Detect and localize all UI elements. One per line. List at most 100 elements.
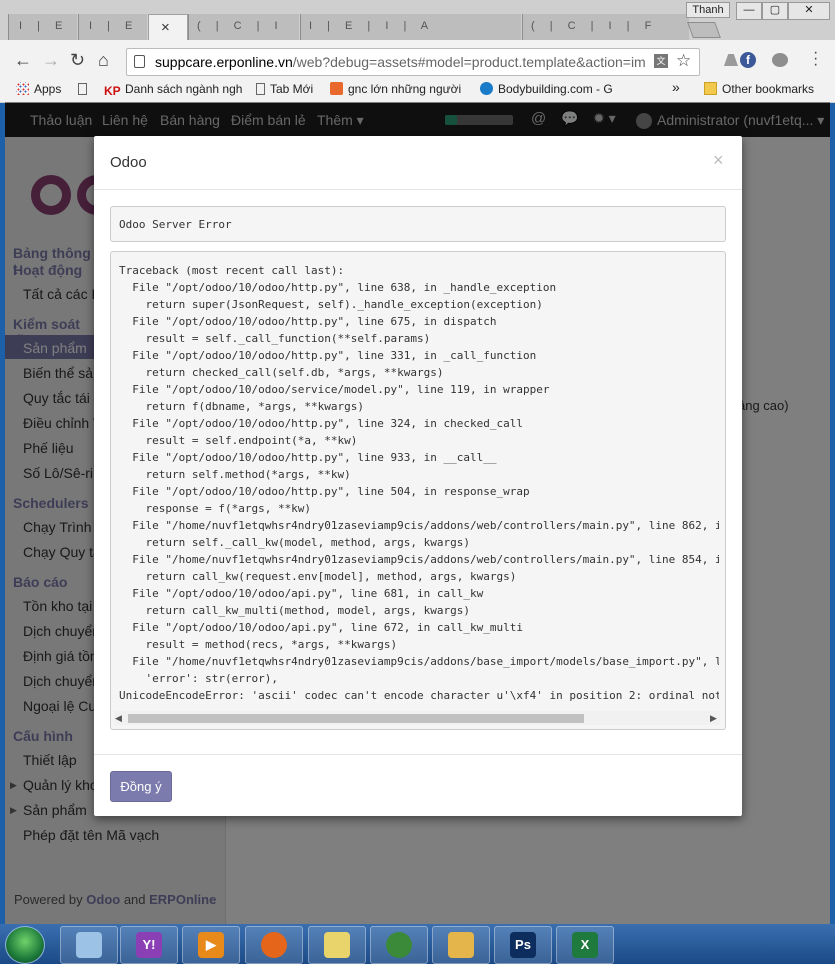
traceback-line: File "/opt/odoo/10/odoo/http.py", line 6… (119, 281, 557, 294)
extension-icon[interactable] (772, 53, 788, 67)
taskbar-button[interactable] (245, 926, 303, 964)
error-title-box: Odoo Server Error (110, 206, 726, 242)
chrome-menu-icon[interactable]: · · · (813, 45, 818, 73)
taskbar-button[interactable] (308, 926, 366, 964)
url-host: suppcare.erponline.vn (155, 54, 293, 70)
bookmark-tab-moi[interactable]: Tab Mới (256, 82, 313, 96)
start-button[interactable] (5, 926, 45, 964)
dialog-title: Odoo (110, 154, 147, 171)
taskbar-button[interactable]: X (556, 926, 614, 964)
gnc-icon (330, 82, 343, 95)
browser-title-bar: I | E | C | I I | E | I | A × ( | C | I … (0, 0, 835, 41)
tab-title: ( | C | I | I (197, 20, 293, 32)
tab-title: I | E | I | A (89, 20, 141, 32)
drive-extension-icon[interactable] (724, 54, 738, 66)
excel-icon: X (572, 932, 598, 958)
more-bookmarks-chevron-icon[interactable]: » (672, 79, 680, 95)
new-tab-button[interactable] (687, 22, 721, 38)
translate-icon[interactable]: 文 (654, 54, 668, 68)
scrollbar-thumb[interactable] (128, 714, 584, 723)
traceback-line: 'error': str(error), (119, 672, 278, 685)
traceback-line: File "/opt/odoo/10/odoo/api.py", line 68… (119, 587, 484, 600)
error-dialog: Odoo × Odoo Server Error Traceback (most… (94, 136, 742, 816)
traceback-line: Traceback (most recent call last): (119, 264, 345, 277)
taskbar-button[interactable]: Ps (494, 926, 552, 964)
taskbar-button[interactable] (370, 926, 428, 964)
browser-tab-active[interactable]: × (148, 14, 188, 41)
bookmark-label: Bodybuilding.com - G (498, 82, 613, 96)
ok-button[interactable]: Đồng ý (110, 771, 172, 802)
dialog-divider (94, 189, 742, 190)
back-arrow-icon[interactable]: ← (14, 50, 32, 71)
dialog-close-icon[interactable]: × (713, 150, 724, 171)
taskbar-button[interactable]: Y! (120, 926, 178, 964)
bookmark-star-icon[interactable]: ☆ (676, 51, 691, 71)
folder-icon (704, 82, 717, 95)
browser-tab[interactable]: I | E | I | A (78, 14, 147, 40)
bookmark-label: Apps (34, 82, 62, 96)
maximize-icon[interactable]: ▢ (762, 2, 788, 20)
yahoo-messenger-icon: Y! (136, 932, 162, 958)
taskbar-button[interactable] (60, 926, 118, 964)
traceback-line: File "/home/nuvf1etqwhsr4ndry01zaseviamp… (119, 519, 719, 532)
apps-grid-icon (16, 82, 29, 95)
bookmark-gnc[interactable]: gnc lớn những người (330, 82, 461, 96)
other-bookmarks[interactable]: Other bookmarks (704, 82, 814, 96)
reload-icon[interactable]: ↻ (70, 50, 85, 71)
traceback-text: Traceback (most recent call last): File … (119, 262, 719, 704)
taskbar-button[interactable]: ▶ (182, 926, 240, 964)
traceback-line: File "/home/nuvf1etqwhsr4ndry01zaseviamp… (119, 655, 719, 668)
browser-tab[interactable]: ( | C | I | F (522, 14, 689, 40)
bookmark-page[interactable] (78, 82, 92, 96)
traceback-line: File "/opt/odoo/10/odoo/service/model.py… (119, 383, 550, 396)
chrome-icon (386, 932, 412, 958)
taskbar-button[interactable] (432, 926, 490, 964)
traceback-line: result = self._call_function(**self.para… (119, 332, 431, 345)
page-icon (256, 83, 265, 95)
traceback-line: return self._call_kw(model, method, args… (119, 536, 470, 549)
traceback-line: result = self.endpoint(*a, **kw) (119, 434, 358, 447)
file-explorer-icon (448, 932, 474, 958)
sticky-notes-icon (324, 932, 350, 958)
page-info-icon[interactable] (134, 55, 145, 68)
tab-title: I | E | C | I (19, 20, 71, 32)
address-bar[interactable]: suppcare.erponline.vn/web?debug=assets#m… (126, 48, 700, 76)
tab-title: I | E | I | A (309, 20, 435, 32)
traceback-line: response = f(*args, **kw) (119, 502, 312, 515)
traceback-line: return checked_call(self.db, *args, **kw… (119, 366, 444, 379)
traceback-line: UnicodeEncodeError: 'ascii' codec can't … (119, 689, 719, 702)
forward-arrow-icon[interactable]: → (42, 50, 60, 71)
firefox-icon (261, 932, 287, 958)
traceback-line: File "/home/nuvf1etqwhsr4ndry01zaseviamp… (119, 553, 719, 566)
home-icon[interactable]: ⌂ (98, 50, 109, 71)
url-path: /web?debug=assets#model=product.template… (292, 54, 646, 70)
bookmarks-bar: Apps KP Danh sách ngành ngh Tab Mới gnc l… (0, 78, 835, 103)
bookmark-danh-sach[interactable]: KP Danh sách ngành ngh (104, 82, 242, 98)
traceback-line: return call_kw_multi(method, model, args… (119, 604, 470, 617)
bookmark-bodybuilding[interactable]: Bodybuilding.com - G (480, 82, 613, 96)
browser-tab[interactable]: ( | C | I | I (188, 14, 299, 40)
browser-tab[interactable]: I | E | I | A (300, 14, 521, 40)
tab-close-icon[interactable]: × (161, 19, 170, 36)
traceback-box[interactable]: Traceback (most recent call last): File … (110, 251, 726, 730)
minimize-icon[interactable]: — (736, 2, 762, 20)
scroll-right-icon[interactable]: ▶ (710, 713, 717, 724)
traceback-line: File "/opt/odoo/10/odoo/http.py", line 3… (119, 417, 523, 430)
window-close-icon[interactable]: ✕ (788, 2, 830, 20)
bookmark-apps[interactable]: Apps (16, 82, 61, 96)
traceback-line: return f(dbname, *args, **kwargs) (119, 400, 365, 413)
scroll-left-icon[interactable]: ◀ (115, 713, 122, 724)
notepad-icon (76, 932, 102, 958)
horizontal-scrollbar[interactable]: ◀ ▶ (114, 711, 720, 725)
url-text[interactable]: suppcare.erponline.vn/web?debug=assets#m… (155, 54, 650, 70)
bookmark-label: Tab Mới (270, 82, 314, 96)
media-player-icon: ▶ (198, 932, 224, 958)
traceback-line: File "/opt/odoo/10/odoo/http.py", line 5… (119, 485, 530, 498)
traceback-line: File "/opt/odoo/10/odoo/http.py", line 3… (119, 349, 537, 362)
facebook-extension-icon[interactable]: f (740, 52, 756, 68)
profile-name[interactable]: Thanh (686, 2, 730, 18)
browser-tab[interactable]: I | E | C | I (8, 14, 77, 40)
traceback-line: result = method(recs, *args, **kwargs) (119, 638, 398, 651)
traceback-line: return call_kw(request.env[model], metho… (119, 570, 517, 583)
tab-title: ( | C | I | F (531, 20, 658, 32)
